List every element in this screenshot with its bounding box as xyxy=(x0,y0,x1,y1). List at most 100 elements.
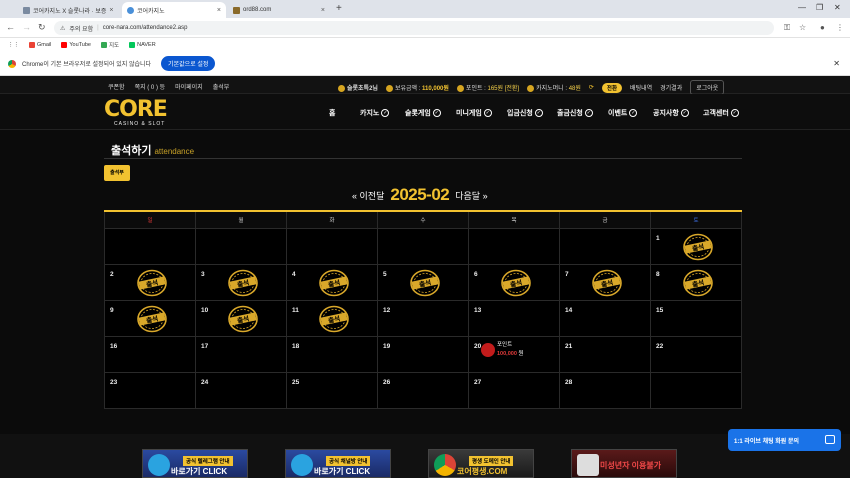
bookmark-youtube[interactable]: YouTube xyxy=(61,42,91,48)
attendance-stamp-icon: 출석 xyxy=(227,305,259,333)
chrome-icon xyxy=(434,454,456,476)
close-icon[interactable]: × xyxy=(109,7,113,14)
menu-label: 카지노 xyxy=(360,110,380,117)
bookmark-gmail[interactable]: Gmail xyxy=(29,42,51,48)
day-number: 22 xyxy=(656,342,664,350)
day-number: 25 xyxy=(292,378,300,386)
menu-label: 출금신청 xyxy=(557,110,583,117)
day-number: 15 xyxy=(656,306,664,314)
weekday-6: 토 xyxy=(650,210,742,229)
day-number: 17 xyxy=(201,342,209,350)
weekday-3: 수 xyxy=(377,210,469,229)
day-number: 13 xyxy=(474,306,482,314)
site-header: CORE CASINO & SLOT 홈 카지노 ✓ 슬롯게임 ✓ 미니게임 ✓ 입금… xyxy=(0,94,850,130)
menu-home[interactable]: 홈 xyxy=(329,108,335,118)
window-close-icon[interactable]: ✕ xyxy=(834,3,841,12)
mypage-link[interactable]: 마이페이지 xyxy=(175,82,203,91)
banner-strip: 공식 텔레그램 안내 바로가기 CLICK 공식 채널방 안내 바로가기 CLI… xyxy=(0,434,850,478)
naver-icon xyxy=(129,42,136,48)
bookmark-naver[interactable]: NAVER xyxy=(129,42,156,48)
forward-icon[interactable]: → xyxy=(22,22,31,32)
attendance-check-button[interactable]: 출석부 xyxy=(104,165,130,181)
menu-casino[interactable]: 카지노 ✓ xyxy=(360,108,390,118)
betting-history-link[interactable]: 배팅내역 xyxy=(630,83,652,92)
calendar-empty-cell xyxy=(559,227,651,265)
star-icon[interactable]: ☆ xyxy=(799,23,806,32)
menu-notice[interactable]: 공지사항 ✓ xyxy=(653,108,689,118)
profile-icon[interactable]: ● xyxy=(820,23,825,32)
point-icon xyxy=(456,84,464,92)
security-warning: 주의 요함 xyxy=(69,26,94,33)
next-month-link[interactable]: 다음달 » xyxy=(455,189,487,202)
convert-button[interactable]: 전환 xyxy=(601,82,623,93)
reload-icon[interactable]: ↻ xyxy=(38,22,46,33)
banner-text: 바로가기 CLICK xyxy=(171,467,228,476)
key-icon[interactable]: ⚿ xyxy=(784,23,790,33)
title-divider xyxy=(104,158,742,159)
user-level: 슬롯초특2님 xyxy=(338,83,378,92)
check-circle-icon: ✓ xyxy=(483,109,492,117)
menu-slot[interactable]: 슬롯게임 ✓ xyxy=(405,108,441,118)
url-input[interactable]: ⚠ 주의 요함 | core-nara.com/attendance2.asp xyxy=(54,21,774,35)
minimize-icon[interactable]: — xyxy=(798,3,806,12)
attendance-stamp-icon: 출석 xyxy=(136,269,168,297)
menu-withdraw[interactable]: 출금신청 ✓ xyxy=(557,108,593,118)
default-browser-infobar: Chrome이 기본 브라우저로 설정되어 있지 않습니다 기본값으로 설정 ✕ xyxy=(0,52,850,76)
svg-text:출석: 출석 xyxy=(145,277,159,288)
close-icon[interactable]: × xyxy=(321,7,325,14)
attendance-stamp-icon: 출석 xyxy=(318,305,350,333)
day-number: 10 xyxy=(201,306,209,314)
calendar-day: 13 xyxy=(468,299,560,337)
day-number: 14 xyxy=(565,306,573,314)
svg-text:출석: 출석 xyxy=(691,241,705,252)
refresh-icon[interactable]: ⟳ xyxy=(589,84,594,91)
close-icon[interactable]: ✕ xyxy=(833,59,840,68)
apps-icon[interactable]: ⋮⋮ xyxy=(8,42,19,48)
day-number: 5 xyxy=(383,270,387,278)
calendar-day: 9 출석 xyxy=(104,299,196,337)
menu-deposit[interactable]: 입금신청 ✓ xyxy=(507,108,543,118)
menu-support[interactable]: 고객센터 ✓ xyxy=(703,108,739,118)
bookmark-maps[interactable]: 지도 xyxy=(101,41,119,49)
check-circle-icon: ✓ xyxy=(584,109,593,117)
calendar-empty-cell xyxy=(650,371,742,409)
set-default-button[interactable]: 기본값으로 설정 xyxy=(161,56,216,71)
browser-tab-2[interactable]: 코어카지노 × xyxy=(122,2,226,18)
maximize-icon[interactable]: ❐ xyxy=(816,3,823,12)
close-icon[interactable]: × xyxy=(217,7,221,14)
calendar-day: 26 xyxy=(377,371,469,409)
logout-button[interactable]: 로그아웃 xyxy=(690,80,725,95)
day-number: 9 xyxy=(110,306,114,314)
calendar-week: 1 출석 xyxy=(104,227,742,265)
point-info[interactable]: 포인트 : 165원 [전환] xyxy=(456,83,519,92)
back-icon[interactable]: ← xyxy=(6,22,15,32)
browser-tab-3[interactable]: ord88.com × xyxy=(228,2,330,18)
calendar-day: 8 출석 xyxy=(650,263,742,301)
new-tab-icon[interactable]: + xyxy=(336,3,342,14)
minor-banner[interactable]: 미성년자 이용불가 xyxy=(571,449,677,478)
bookmark-label: YouTube xyxy=(69,42,91,48)
calendar-day: 3 출석 xyxy=(195,263,287,301)
day-number: 18 xyxy=(292,342,300,350)
coupon-link[interactable]: 쿠폰함 xyxy=(108,82,125,91)
menu-event[interactable]: 이벤트 ✓ xyxy=(608,108,638,118)
domain-banner[interactable]: 평생 도메인 안내 코어평생.COM xyxy=(428,449,534,478)
game-results-link[interactable]: 경기결과 xyxy=(660,83,682,92)
live-chat-button[interactable]: 1:1 라이브 채팅 화원 문의 xyxy=(728,429,841,451)
prev-month-link[interactable]: « 이전달 xyxy=(352,189,384,202)
menu-icon[interactable]: ⋮ xyxy=(836,23,844,32)
menu-label: 고객센터 xyxy=(703,110,729,117)
message-link[interactable]: 쪽지 ( 0 ) 등 xyxy=(135,82,166,91)
casino-money-label: 카지노머니 : xyxy=(536,86,568,92)
menu-minigame[interactable]: 미니게임 ✓ xyxy=(456,108,492,118)
telegram-banner[interactable]: 공식 텔레그램 안내 바로가기 CLICK xyxy=(142,449,248,478)
tab-label: ord88.com xyxy=(243,7,272,13)
site-logo[interactable]: CORE CASINO & SLOT xyxy=(104,97,176,127)
calendar-day: 20 포인트 100,000 원 xyxy=(468,335,560,373)
bookmarks-bar: ⋮⋮ Gmail YouTube 지도 NAVER xyxy=(0,38,850,52)
telegram-icon xyxy=(291,454,313,476)
attendance-link[interactable]: 출석부 xyxy=(213,82,230,91)
channel-banner[interactable]: 공식 채널방 안내 바로가기 CLICK xyxy=(285,449,391,478)
calendar-week: 16 17 18 19 20 포인트 100,000 원 21 22 xyxy=(104,335,742,373)
browser-tab-1[interactable]: 코어카지노 X 슬롯나라 · 보증 × xyxy=(18,2,118,18)
